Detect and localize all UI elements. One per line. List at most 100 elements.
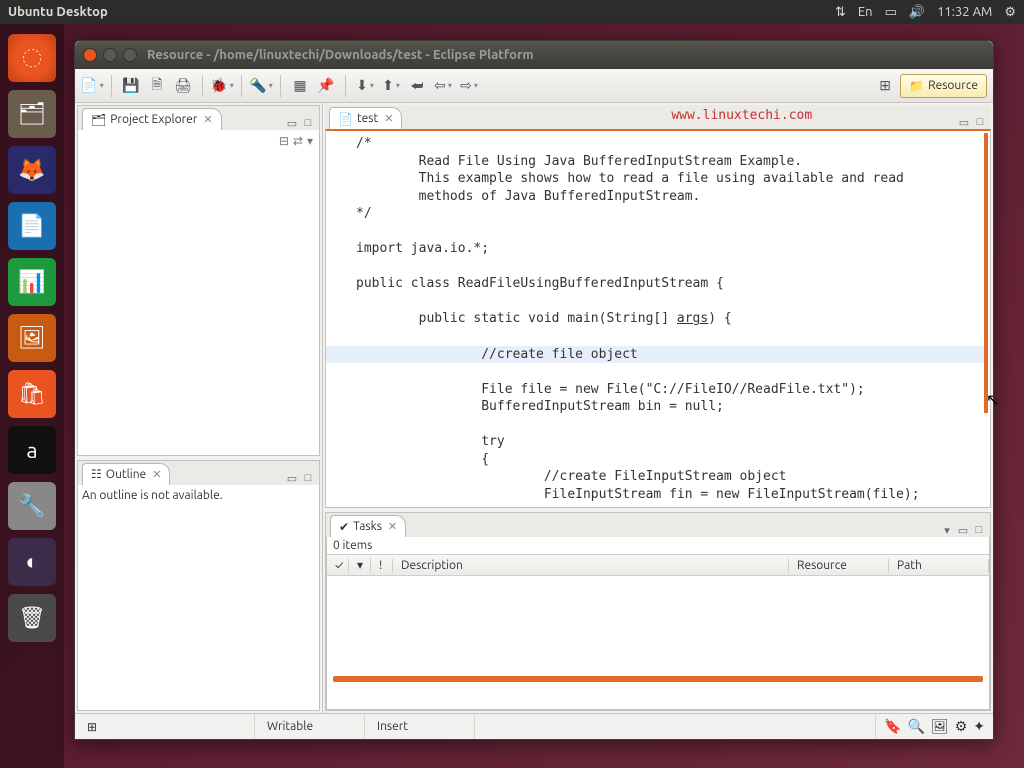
maximize-view-icon[interactable]: □ <box>972 524 986 537</box>
new-button[interactable]: 📄 <box>81 75 103 97</box>
outline-view: ☷ Outline ✕ ▭ □ An outline is not availa… <box>77 460 320 711</box>
close-icon[interactable]: ✕ <box>388 520 397 533</box>
maximize-view-icon[interactable]: □ <box>973 116 987 129</box>
status-icon-1[interactable]: 🔖 <box>884 718 901 735</box>
project-explorer-body[interactable] <box>78 152 319 455</box>
desktop-title: Ubuntu Desktop <box>8 5 108 19</box>
gear-icon[interactable]: ⚙ <box>1004 5 1016 20</box>
amazon-icon[interactable]: a <box>8 426 56 474</box>
mouse-cursor: ↖ <box>986 390 999 409</box>
eclipse-icon[interactable]: ◐ <box>8 538 56 586</box>
dash-icon[interactable]: ◌ <box>8 34 56 82</box>
outline-empty-message: An outline is not available. <box>82 489 223 502</box>
clock[interactable]: 11:32 AM <box>937 5 992 19</box>
col-sort[interactable]: ▾ <box>349 558 371 572</box>
tasks-tab[interactable]: ✔ Tasks ✕ <box>330 515 406 537</box>
project-explorer-label: Project Explorer <box>110 113 197 126</box>
link-editor-icon[interactable]: ⇄ <box>293 134 303 148</box>
window-titlebar[interactable]: Resource - /home/linuxtechi/Downloads/te… <box>75 41 993 69</box>
outline-icon: ☷ <box>91 467 102 481</box>
system-settings-icon[interactable]: 🔧 <box>8 482 56 530</box>
outline-label: Outline <box>106 468 146 481</box>
outline-body: An outline is not available. <box>78 485 319 710</box>
minimize-view-icon[interactable]: ▭ <box>956 524 970 537</box>
col-complete[interactable]: ✓ <box>327 559 349 572</box>
ubuntu-topbar: Ubuntu Desktop ⇅ En ▭ 🔊 11:32 AM ⚙ <box>0 0 1024 24</box>
project-explorer-icon: 🗂 <box>91 113 106 127</box>
status-insert: Insert <box>365 714 475 739</box>
collapse-all-icon[interactable]: ⊟ <box>279 134 289 148</box>
view-menu-icon[interactable]: ▾ <box>940 524 954 537</box>
network-icon[interactable]: ⇅ <box>835 5 846 20</box>
trash-icon[interactable]: 🗑 <box>8 594 56 642</box>
calc-icon[interactable]: 📊 <box>8 258 56 306</box>
editor-tab-label: test <box>357 112 378 125</box>
watermark: www.linuxtechi.com <box>671 108 812 123</box>
status-bar: ⊞ Writable Insert 🔖 🔍 🖼 ⚙ ✦ <box>75 713 993 739</box>
files-icon[interactable]: 🗂 <box>8 90 56 138</box>
next-annotation-button[interactable]: ⬇ <box>354 75 376 97</box>
tasks-label: Tasks <box>353 520 382 533</box>
col-priority[interactable]: ! <box>371 559 393 572</box>
status-icon-2[interactable]: 🔍 <box>907 718 924 735</box>
view-menu-icon[interactable]: ▾ <box>307 134 313 148</box>
minimize-icon[interactable] <box>103 48 117 62</box>
back-history-button[interactable]: ⇦ <box>432 75 454 97</box>
close-icon[interactable] <box>83 48 97 62</box>
perspective-label: Resource <box>928 79 978 92</box>
folder-icon: 📁 <box>909 79 924 93</box>
file-icon: 📄 <box>338 112 353 126</box>
maximize-view-icon[interactable]: □ <box>301 472 315 485</box>
status-icon-5[interactable]: ✦ <box>973 718 985 735</box>
build-button[interactable]: 🐞 <box>211 75 233 97</box>
col-path[interactable]: Path <box>889 559 989 572</box>
status-icon-4[interactable]: ⚙ <box>955 718 968 735</box>
tasks-header[interactable]: ✓ ▾ ! Description Resource Path <box>327 554 989 576</box>
maximize-view-icon[interactable]: □ <box>301 117 315 130</box>
editor-body[interactable]: /* Read File Using Java BufferedInputStr… <box>325 129 991 508</box>
open-perspective-button[interactable]: ⊞ <box>874 75 896 97</box>
main-toolbar: 📄 💾 🗎 🖨 🐞 🔦 ▦ 📌 ⬇ ⬆ ⮨ ⇦ ⇨ ⊞ 📁 Resource <box>75 69 993 103</box>
prev-annotation-button[interactable]: ⬆ <box>380 75 402 97</box>
status-icon-3[interactable]: 🖼 <box>931 718 949 735</box>
close-icon[interactable]: ✕ <box>203 113 212 126</box>
language-indicator[interactable]: En <box>858 5 873 19</box>
window-title: Resource - /home/linuxtechi/Downloads/te… <box>147 48 534 62</box>
save-all-button[interactable]: 🗎 <box>146 75 168 97</box>
status-icon[interactable]: ⊞ <box>87 720 97 734</box>
search-button[interactable]: 🔦 <box>250 75 272 97</box>
editor-area: 📄 test ✕ www.linuxtechi.com ▭ □ /* Read … <box>325 105 991 508</box>
project-explorer-tab[interactable]: 🗂 Project Explorer ✕ <box>82 108 222 130</box>
pin-button[interactable]: 📌 <box>315 75 337 97</box>
software-center-icon[interactable]: 🛍 <box>8 370 56 418</box>
close-icon[interactable]: ✕ <box>384 112 393 125</box>
writer-icon[interactable]: 📄 <box>8 202 56 250</box>
maximize-icon[interactable] <box>123 48 137 62</box>
col-description[interactable]: Description <box>393 559 789 572</box>
project-explorer-view: 🗂 Project Explorer ✕ ▭ □ ⊟ ⇄ ▾ <box>77 105 320 456</box>
toggle-breadcrumb-button[interactable]: ▦ <box>289 75 311 97</box>
firefox-icon[interactable]: 🦊 <box>8 146 56 194</box>
back-button[interactable]: ⮨ <box>406 75 428 97</box>
impress-icon[interactable]: 🖼 <box>8 314 56 362</box>
minimize-view-icon[interactable]: ▭ <box>285 472 299 485</box>
save-button[interactable]: 💾 <box>120 75 142 97</box>
tasks-count: 0 items <box>327 537 989 554</box>
minimize-view-icon[interactable]: ▭ <box>285 117 299 130</box>
close-icon[interactable]: ✕ <box>152 468 161 481</box>
tasks-scrollbar[interactable] <box>333 676 983 682</box>
forward-history-button[interactable]: ⇨ <box>458 75 480 97</box>
minimize-view-icon[interactable]: ▭ <box>957 116 971 129</box>
tasks-icon: ✔ <box>339 520 349 534</box>
volume-icon[interactable]: 🔊 <box>909 5 925 20</box>
col-resource[interactable]: Resource <box>789 559 889 572</box>
battery-icon[interactable]: ▭ <box>885 5 897 20</box>
unity-launcher: ◌ 🗂 🦊 📄 📊 🖼 🛍 a 🔧 ◐ 🗑 <box>0 24 64 768</box>
eclipse-window: Resource - /home/linuxtechi/Downloads/te… <box>74 40 994 740</box>
status-writable: Writable <box>255 714 365 739</box>
outline-tab[interactable]: ☷ Outline ✕ <box>82 463 170 485</box>
print-button[interactable]: 🖨 <box>172 75 194 97</box>
resource-perspective-button[interactable]: 📁 Resource <box>900 74 987 98</box>
tasks-view: ✔ Tasks ✕ ▾ ▭ □ 0 items ✓ ▾ ! <box>325 512 991 711</box>
editor-tab-test[interactable]: 📄 test ✕ <box>329 107 402 129</box>
